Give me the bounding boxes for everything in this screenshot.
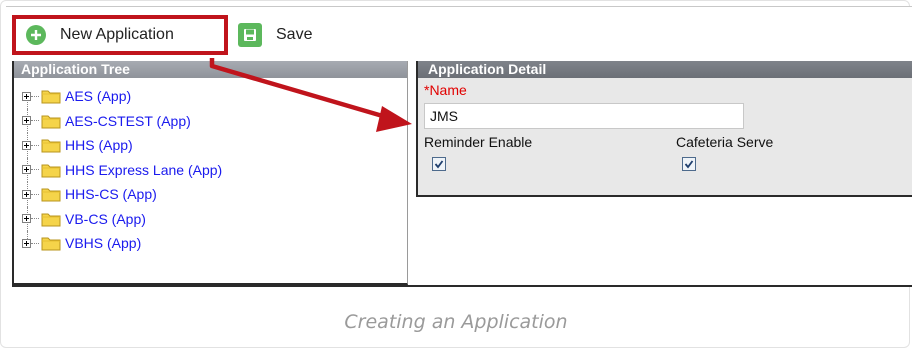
tree-item[interactable]: AES (App) (14, 84, 407, 109)
save-button[interactable]: Save (236, 15, 356, 55)
expand-plus-icon[interactable] (22, 214, 31, 224)
tree-item-label[interactable]: AES-CSTEST (App) (65, 113, 191, 129)
tree-item-label[interactable]: VBHS (App) (65, 235, 141, 251)
folder-icon (41, 211, 61, 227)
application-tree-panel: Application Tree AES (App) AES-CSTEST (A… (12, 61, 408, 285)
tree-item[interactable]: HHS Express Lane (App) (14, 157, 407, 182)
folder-icon (41, 235, 61, 251)
folder-icon (41, 88, 61, 104)
expand-plus-icon[interactable] (22, 165, 31, 175)
tree-item[interactable]: HHS (App) (14, 133, 407, 158)
tree-item-label[interactable]: AES (App) (65, 88, 131, 104)
new-application-label: New Application (60, 26, 174, 43)
expand-plus-icon[interactable] (22, 189, 31, 199)
folder-icon (41, 137, 61, 153)
checkmark-icon (684, 160, 694, 169)
tree-item[interactable]: HHS-CS (App) (14, 182, 407, 207)
reminder-enable-checkbox[interactable] (432, 157, 446, 171)
tree-item-label[interactable]: HHS-CS (App) (65, 186, 157, 202)
figure-caption: Creating an Application (344, 311, 568, 333)
tree-item-label[interactable]: HHS Express Lane (App) (65, 162, 222, 178)
tree-item-label[interactable]: HHS (App) (65, 137, 133, 153)
checkmark-icon (434, 160, 444, 169)
save-label: Save (276, 26, 313, 43)
folder-icon (41, 186, 61, 202)
cafeteria-serve-label: Cafeteria Serve (676, 134, 774, 150)
application-tree-header: Application Tree (14, 61, 407, 78)
expand-plus-icon[interactable] (22, 238, 31, 248)
floppy-disk-icon (238, 23, 262, 47)
tree-item[interactable]: VB-CS (App) (14, 206, 407, 231)
name-field-label: *Name (424, 82, 467, 98)
expand-plus-icon[interactable] (22, 91, 31, 101)
tree-item[interactable]: VBHS (App) (14, 231, 407, 256)
expand-plus-icon[interactable] (22, 116, 31, 126)
new-application-button[interactable]: New Application (12, 15, 228, 55)
folder-icon (41, 162, 61, 178)
detail-empty-area (418, 197, 912, 285)
expand-plus-icon[interactable] (22, 140, 31, 150)
folder-icon (41, 113, 61, 129)
app-screenshot: New Application Save Application Tree AE… (6, 6, 912, 287)
tree-item-label[interactable]: VB-CS (App) (65, 211, 146, 227)
plus-circle-icon (26, 25, 46, 45)
name-input[interactable] (424, 103, 744, 129)
application-detail-header: Application Detail (418, 61, 912, 78)
tree-item[interactable]: AES-CSTEST (App) (14, 108, 407, 133)
toolbar: New Application Save (6, 7, 912, 61)
reminder-enable-label: Reminder Enable (424, 134, 533, 150)
cafeteria-serve-checkbox[interactable] (682, 157, 696, 171)
application-tree-list: AES (App) AES-CSTEST (App) HHS (App) HHS… (14, 78, 407, 256)
application-detail-panel: Application Detail *Name Reminder Enable… (416, 61, 912, 197)
bottom-border (12, 285, 912, 287)
